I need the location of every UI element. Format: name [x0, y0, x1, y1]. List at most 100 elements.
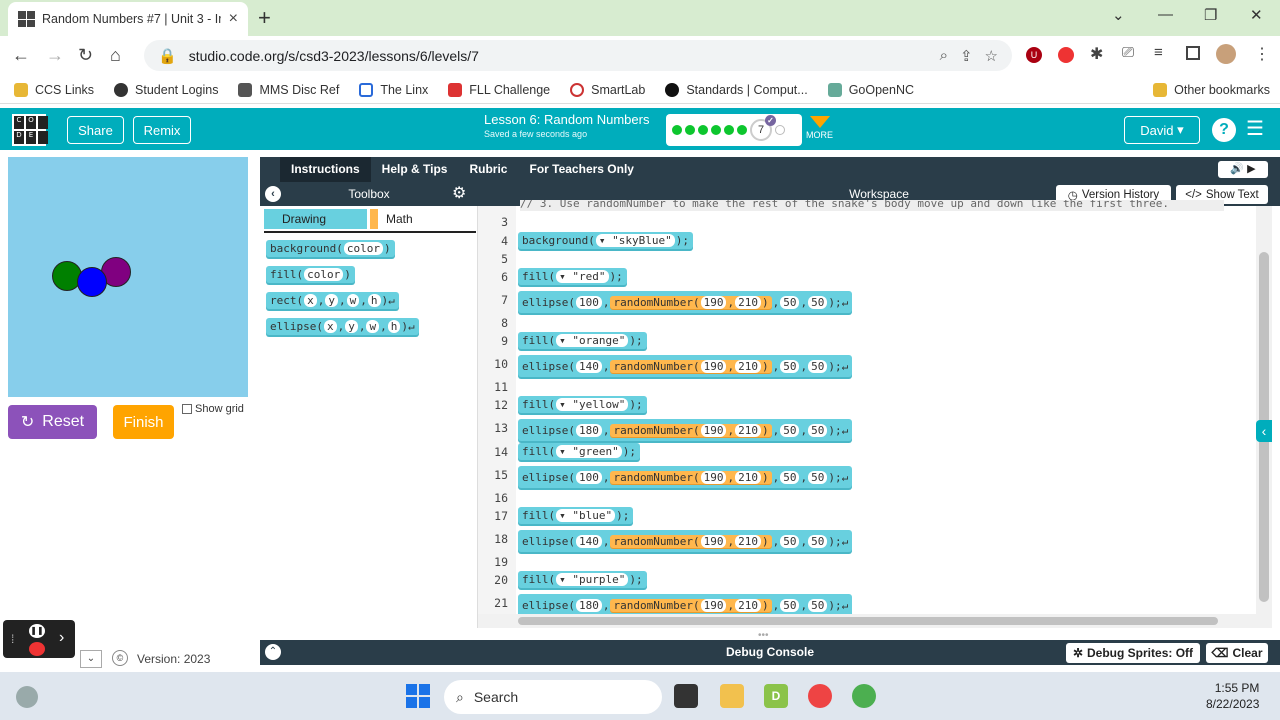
color-dropdown[interactable]: ▾ "green" [556, 445, 622, 458]
random-number-block[interactable]: randomNumber(190, 210) [610, 423, 772, 437]
toolbox-block-rect[interactable]: rect(x, y, w, h) ↵ [266, 292, 399, 309]
file-explorer-icon[interactable] [720, 684, 744, 708]
resize-divider[interactable] [260, 628, 1280, 640]
share-button[interactable]: Share [67, 116, 124, 144]
max-arg[interactable]: 210 [735, 359, 761, 373]
expand-panel-icon[interactable]: ‹ [1256, 420, 1272, 442]
extension-icon[interactable]: U [1026, 47, 1042, 63]
new-tab-icon[interactable]: + [258, 5, 271, 31]
bookmark-mms-disc-ref[interactable]: MMS Disc Ref [228, 82, 349, 97]
horizontal-scrollbar[interactable] [478, 614, 1272, 628]
x-arg[interactable]: 180 [575, 598, 602, 612]
min-arg[interactable]: 190 [700, 359, 727, 373]
tab-help-tips[interactable]: Help & Tips [371, 157, 459, 182]
game-canvas[interactable] [8, 157, 248, 397]
h-arg[interactable]: 50 [808, 534, 828, 548]
chrome-icon[interactable] [852, 684, 876, 708]
color-dropdown[interactable]: ▾ "yellow" [556, 398, 629, 411]
min-arg[interactable]: 190 [700, 598, 727, 612]
profile-avatar[interactable] [1216, 44, 1236, 64]
collapse-debug-icon[interactable]: ⌃ [265, 644, 281, 660]
h-arg[interactable]: 50 [808, 423, 828, 437]
level-bubble[interactable] [724, 125, 734, 135]
help-button[interactable]: ? [1212, 118, 1236, 142]
color-dropdown[interactable]: ▾ "blue" [556, 509, 616, 522]
audio-play-control[interactable]: 🔊 ▶ [1218, 161, 1268, 178]
collapse-toolbox-icon[interactable]: ‹ [265, 186, 281, 202]
random-number-block[interactable]: randomNumber(190, 210) [610, 470, 772, 484]
start-icon[interactable] [406, 684, 430, 708]
code-block-background[interactable]: background(▾ "skyBlue"); [518, 232, 693, 249]
home-icon[interactable]: ⌂ [110, 45, 121, 66]
code-block-ellipse[interactable]: ellipse(140, randomNumber(190, 210), 50, … [518, 355, 853, 377]
toolbox-block-fill[interactable]: fill(color) [266, 266, 355, 283]
code-block-fill[interactable]: fill(▾ "red"); [518, 268, 627, 285]
cast-icon[interactable]: ⎚ [1122, 44, 1134, 61]
language-dropdown[interactable]: ⌄ [80, 650, 102, 668]
more-dropdown[interactable]: MORE [806, 116, 833, 140]
taskbar-search[interactable]: ⌕ Search [444, 680, 662, 714]
bookmark-smartlab[interactable]: SmartLab [560, 82, 655, 97]
lesson-title[interactable]: Lesson 6: Random Numbers [484, 112, 649, 127]
max-arg[interactable]: 210 [735, 534, 761, 548]
level-bubble[interactable] [737, 125, 747, 135]
bookmark-goopennc[interactable]: GoOpenNC [818, 82, 924, 97]
close-window-icon[interactable]: ✕ [1250, 6, 1263, 24]
code-block-ellipse[interactable]: ellipse(140, randomNumber(190, 210), 50, … [518, 530, 853, 552]
h-arg[interactable]: 50 [808, 295, 828, 309]
extensions-puzzle-icon[interactable]: ✱ [1090, 44, 1103, 64]
weather-icon[interactable] [16, 686, 38, 708]
code-block-fill[interactable]: fill(▾ "blue"); [518, 507, 634, 524]
level-bubble[interactable] [775, 125, 785, 135]
bookmark-ccs-links[interactable]: CCS Links [0, 82, 104, 97]
current-level-bubble[interactable]: 7 ✓ [750, 115, 776, 141]
max-arg[interactable]: 210 [735, 598, 761, 612]
code-block-ellipse[interactable]: ellipse(100, randomNumber(190, 210), 50, … [518, 466, 853, 488]
x-arg[interactable]: 180 [575, 423, 602, 437]
bookmark-standards[interactable]: Standards | Comput... [655, 82, 817, 97]
random-number-block[interactable]: randomNumber(190, 210) [610, 295, 772, 309]
zoom-icon[interactable]: ⌕ [940, 47, 948, 64]
max-arg[interactable]: 210 [735, 423, 761, 437]
sidepanel-icon[interactable] [1186, 46, 1200, 60]
level-bubble[interactable] [711, 125, 721, 135]
x-arg[interactable]: 140 [575, 534, 602, 548]
min-arg[interactable]: 190 [700, 295, 727, 309]
stop-icon[interactable] [29, 642, 45, 656]
color-dropdown[interactable]: ▾ "purple" [556, 573, 629, 586]
x-arg[interactable]: 100 [575, 295, 602, 309]
level-bubble[interactable] [685, 125, 695, 135]
code-block-ellipse[interactable]: ellipse(180, randomNumber(190, 210), 50, … [518, 419, 853, 441]
browser-tab[interactable]: Random Numbers #7 | Unit 3 - Ir × [8, 2, 248, 36]
random-number-block[interactable]: randomNumber(190, 210) [610, 598, 772, 612]
reload-icon[interactable]: ↻ [78, 45, 93, 66]
h-arg[interactable]: 50 [808, 598, 828, 612]
code-block-fill[interactable]: fill(▾ "orange"); [518, 332, 647, 349]
extension-record-icon[interactable] [1058, 47, 1074, 63]
tab-teachers-only[interactable]: For Teachers Only [518, 157, 644, 182]
max-arg[interactable]: 210 [735, 470, 761, 484]
bookmark-the-linx[interactable]: The Linx [349, 82, 438, 97]
recording-widget[interactable]: ⁞ ❚❚ › [3, 620, 75, 658]
clear-button[interactable]: ⌫ Clear [1206, 643, 1268, 663]
toolbox-block-background[interactable]: background(color) [266, 240, 395, 257]
chrome-menu-icon[interactable]: ⋮ [1254, 44, 1270, 64]
close-tab-icon[interactable]: × [229, 10, 238, 28]
vertical-scrollbar[interactable] [1256, 206, 1272, 614]
code-block-fill[interactable]: fill(▾ "green"); [518, 443, 640, 460]
url-field[interactable]: 🔒 studio.code.org/s/csd3-2023/lessons/6/… [144, 40, 1012, 71]
code-block-ellipse[interactable]: ellipse(180, randomNumber(190, 210), 50, … [518, 594, 853, 616]
back-icon[interactable]: ← [12, 45, 30, 66]
tab-search-icon[interactable]: ⌄ [1112, 6, 1125, 24]
bookmark-student-logins[interactable]: Student Logins [104, 82, 228, 97]
x-arg[interactable]: 140 [575, 359, 602, 373]
clock[interactable]: 1:55 PM 8/22/2023 [1206, 680, 1259, 712]
user-menu-button[interactable]: David ▾ [1124, 116, 1200, 144]
remix-button[interactable]: Remix [133, 116, 191, 144]
pause-icon[interactable]: ❚❚ [29, 624, 45, 638]
w-arg[interactable]: 50 [780, 423, 800, 437]
w-arg[interactable]: 50 [780, 598, 800, 612]
debug-sprites-button[interactable]: ✲ Debug Sprites: Off [1066, 643, 1200, 663]
w-arg[interactable]: 50 [780, 359, 800, 373]
code-block-fill[interactable]: fill(▾ "purple"); [518, 571, 647, 588]
